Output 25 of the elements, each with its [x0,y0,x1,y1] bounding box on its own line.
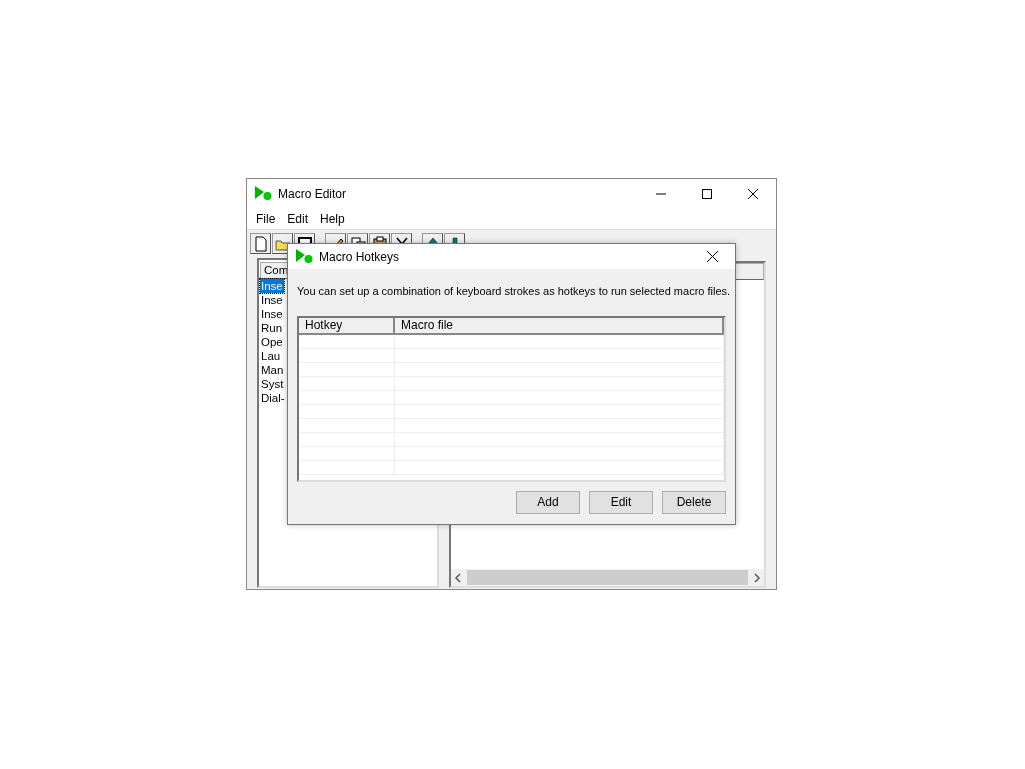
command-item[interactable]: Inse [260,293,284,307]
command-item[interactable]: Inse [260,279,284,293]
command-item[interactable]: Dial- [260,391,286,405]
menu-item[interactable]: Edit [281,209,315,228]
window-title: Macro Editor [278,185,347,203]
close-icon[interactable] [706,251,718,262]
command-item[interactable]: Syst [260,377,285,391]
menu-item[interactable]: File [250,209,282,228]
app-logo-icon [255,186,272,201]
close-icon[interactable] [748,188,758,199]
dialog-button[interactable]: Edit [589,490,653,514]
scrollbar-thumb[interactable] [467,570,748,585]
maximize-icon[interactable] [702,188,712,199]
command-item[interactable]: Man [260,363,285,377]
dialog-title: Macro Hotkeys [319,248,400,266]
menu-item[interactable]: Help [314,209,351,228]
command-item[interactable]: Ope [260,335,284,349]
column-header[interactable]: Macro file [395,317,724,335]
column-header[interactable]: Hotkey [299,317,395,335]
app-logo-icon [296,249,313,264]
dialog-button[interactable]: Add [516,490,580,514]
command-item[interactable]: Inse [260,307,284,321]
dialog-button[interactable]: Delete [662,490,726,514]
command-item[interactable]: Run [260,321,284,335]
command-item[interactable]: Lau [260,349,282,363]
